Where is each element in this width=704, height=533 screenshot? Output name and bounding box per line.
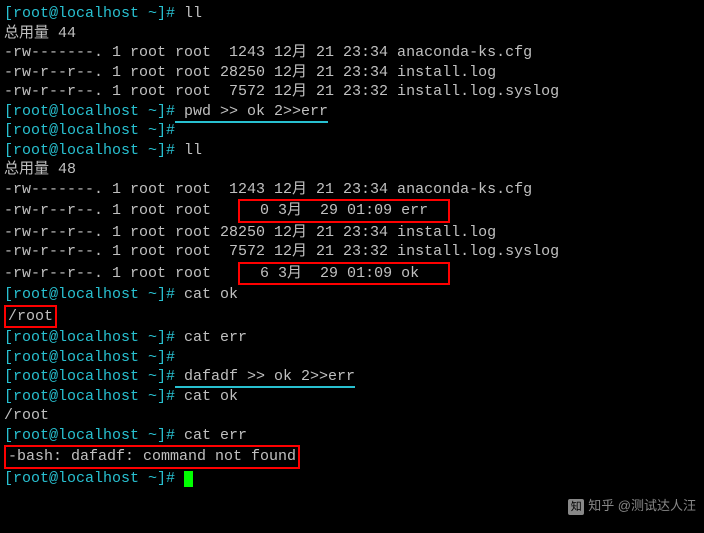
- terminal-output: 总用量 48: [4, 160, 700, 180]
- terminal-output: /root: [4, 406, 700, 426]
- prompt: [root@localhost ~]#: [4, 368, 175, 385]
- terminal-output: -rw-r--r--. 1 root root 6 3月 29 01:09 ok: [4, 262, 700, 286]
- terminal-output: -rw-------. 1 root root 1243 12月 21 23:3…: [4, 180, 700, 200]
- terminal-output: 总用量 44: [4, 24, 700, 44]
- prompt: [root@localhost ~]#: [4, 5, 175, 22]
- terminal-output: -rw-r--r--. 1 root root 0 3月 29 01:09 er…: [4, 199, 700, 223]
- terminal-line: [root@localhost ~]# pwd >> ok 2>>err: [4, 102, 700, 122]
- terminal-line: [root@localhost ~]# ll: [4, 141, 700, 161]
- prompt: [root@localhost ~]#: [4, 470, 175, 487]
- command: [175, 470, 184, 487]
- cursor-icon: [184, 471, 193, 487]
- terminal-line: [root@localhost ~]# dafadf >> ok 2>>err: [4, 367, 700, 387]
- command-highlighted: pwd >> ok 2>>err: [175, 103, 328, 123]
- prompt: [root@localhost ~]#: [4, 329, 175, 346]
- prompt: [root@localhost ~]#: [4, 122, 175, 139]
- command: cat err: [175, 427, 247, 444]
- prompt: [root@localhost ~]#: [4, 349, 175, 366]
- highlighted-output: /root: [4, 305, 57, 329]
- command-highlighted: dafadf >> ok 2>>err: [175, 368, 355, 388]
- terminal-line: [root@localhost ~]# ll: [4, 4, 700, 24]
- terminal-line: [root@localhost ~]#: [4, 348, 700, 368]
- prompt: [root@localhost ~]#: [4, 388, 175, 405]
- terminal-line: [root@localhost ~]# cat err: [4, 426, 700, 446]
- zhihu-icon: 知: [568, 499, 584, 515]
- highlighted-output: 6 3月 29 01:09 ok: [238, 262, 450, 286]
- terminal-line: [root@localhost ~]#: [4, 121, 700, 141]
- prompt: [root@localhost ~]#: [4, 142, 175, 159]
- terminal-output: -rw-r--r--. 1 root root 28250 12月 21 23:…: [4, 63, 700, 83]
- prompt: [root@localhost ~]#: [4, 103, 175, 120]
- terminal-line: [root@localhost ~]# cat err: [4, 328, 700, 348]
- command: ll: [175, 5, 202, 22]
- terminal-output: -bash: dafadf: command not found: [4, 445, 700, 469]
- terminal-output: -rw-------. 1 root root 1243 12月 21 23:3…: [4, 43, 700, 63]
- command: ll: [175, 142, 202, 159]
- prompt: [root@localhost ~]#: [4, 286, 175, 303]
- terminal-output: -rw-r--r--. 1 root root 7572 12月 21 23:3…: [4, 242, 700, 262]
- terminal-output: /root: [4, 305, 700, 329]
- command: cat ok: [175, 286, 238, 303]
- command: cat ok: [175, 388, 238, 405]
- watermark: 知知乎 @测试达人汪: [568, 498, 696, 515]
- terminal-output: -rw-r--r--. 1 root root 28250 12月 21 23:…: [4, 223, 700, 243]
- highlighted-output: -bash: dafadf: command not found: [4, 445, 300, 469]
- terminal-line[interactable]: [root@localhost ~]#: [4, 469, 700, 489]
- highlighted-output: 0 3月 29 01:09 err: [238, 199, 450, 223]
- watermark-text: 知乎 @测试达人汪: [588, 498, 696, 513]
- command: cat err: [175, 329, 247, 346]
- terminal-line: [root@localhost ~]# cat ok: [4, 285, 700, 305]
- terminal-output: -rw-r--r--. 1 root root 7572 12月 21 23:3…: [4, 82, 700, 102]
- prompt: [root@localhost ~]#: [4, 427, 175, 444]
- terminal-line: [root@localhost ~]# cat ok: [4, 387, 700, 407]
